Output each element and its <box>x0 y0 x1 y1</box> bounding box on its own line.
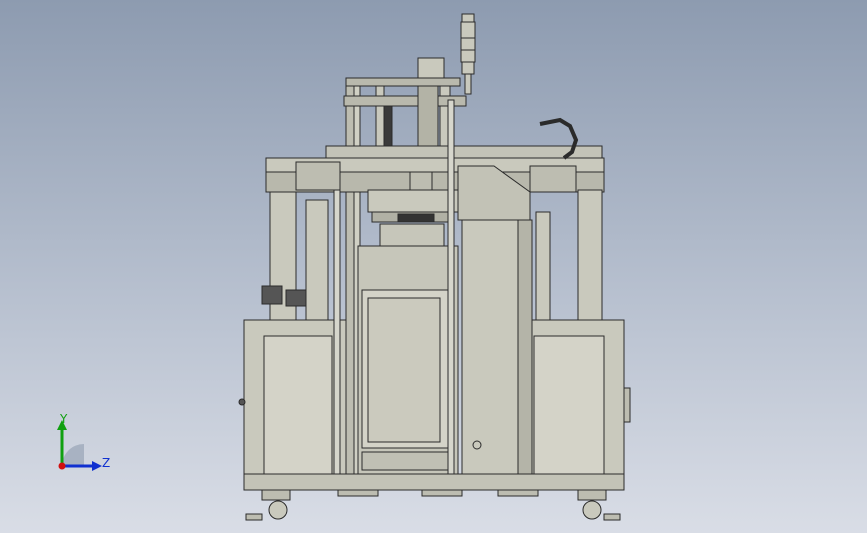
z-axis-label: Z <box>102 456 111 470</box>
left-column <box>261 191 329 323</box>
machine-model-drawing[interactable] <box>0 0 867 533</box>
center-door <box>357 245 459 475</box>
left-cabinet <box>238 319 347 491</box>
base-plate <box>243 473 625 491</box>
leveling-feet <box>337 489 539 497</box>
y-axis-label: Y <box>60 412 68 426</box>
horizontal-beam <box>265 145 605 193</box>
right-column <box>535 189 603 321</box>
cad-viewport[interactable]: Y Z <box>0 0 867 533</box>
right-cabinet <box>531 319 631 491</box>
signal-tower <box>460 13 476 95</box>
right-tower <box>457 165 533 475</box>
orientation-triad: Y Z <box>48 410 128 480</box>
